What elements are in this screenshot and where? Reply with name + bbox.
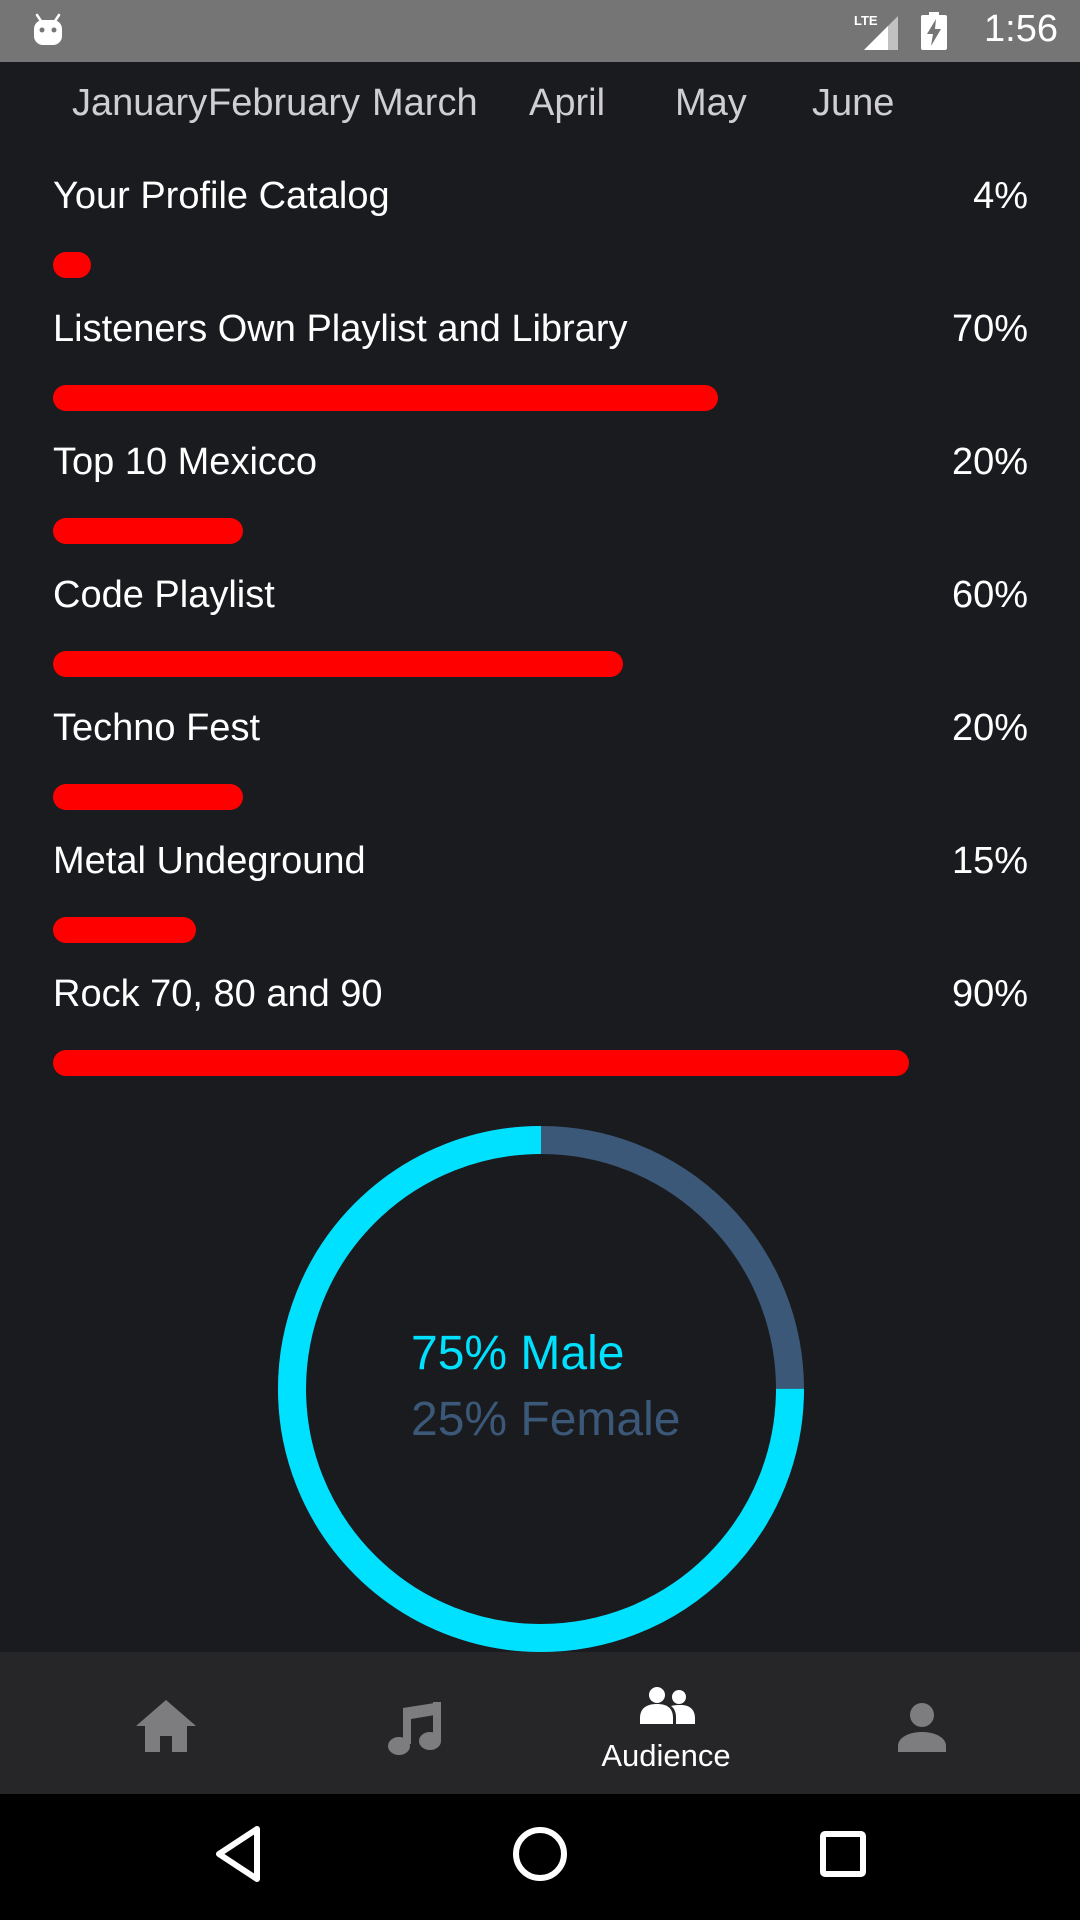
catalog-item-percent: 15% [951, 840, 1028, 882]
recents-icon[interactable] [818, 1824, 868, 1884]
home-circle-icon[interactable] [510, 1824, 570, 1884]
catalog-list: Your Profile Catalog 4% Listeners Own Pl… [53, 165, 1028, 1096]
catalog-item-percent: 20% [951, 441, 1028, 483]
profile-icon [898, 1703, 946, 1752]
male-percentage: 75% Male [411, 1327, 625, 1380]
catalog-item-percent: 4% [973, 175, 1028, 217]
catalog-item-percent: 90% [951, 973, 1028, 1015]
catalog-item-label: Listeners Own Playlist and Library [53, 308, 628, 350]
status-time: 1:56 [984, 8, 1058, 50]
nav-audience[interactable]: Audience [566, 1652, 766, 1794]
gender-donut: 75% Male 25% Female [278, 1126, 804, 1652]
lte-signal-icon: LTE [854, 13, 898, 50]
tab-april[interactable]: April [529, 82, 605, 125]
catalog-item: Top 10 Mexicco 20% [53, 431, 1028, 564]
home-icon [136, 1700, 196, 1752]
catalog-item-percent: 70% [951, 308, 1028, 350]
gender-donut-chart [278, 1126, 804, 1652]
tab-march[interactable]: March [372, 82, 478, 125]
catalog-item-label: Top 10 Mexicco [53, 441, 318, 483]
catalog-item-bar [53, 917, 196, 943]
tab-january[interactable]: January [72, 82, 207, 125]
catalog-item-label: Code Playlist [53, 574, 275, 616]
nav-profile[interactable] [822, 1652, 1022, 1794]
tab-february[interactable]: February [208, 82, 360, 125]
svg-text:LTE: LTE [854, 13, 878, 28]
tab-may[interactable]: May [675, 82, 747, 125]
catalog-item-bar [53, 252, 91, 278]
catalog-item-percent: 20% [951, 707, 1028, 749]
status-bar: LTE 1:56 [0, 0, 1080, 62]
month-tabs: January February March April May June [0, 62, 1080, 148]
catalog-item-label: Metal Undeground [53, 840, 366, 882]
catalog-item: Rock 70, 80 and 90 90% [53, 963, 1028, 1096]
android-icon [34, 13, 62, 45]
bottom-nav: Audience [0, 1652, 1080, 1794]
catalog-item-percent: 60% [951, 574, 1028, 616]
catalog-item-bar [53, 518, 243, 544]
back-icon[interactable] [213, 1824, 263, 1884]
catalog-item: Your Profile Catalog 4% [53, 165, 1028, 298]
catalog-item-label: Techno Fest [53, 707, 260, 749]
nav-audience-label: Audience [601, 1738, 731, 1773]
catalog-item-bar [53, 651, 623, 677]
audience-icon [640, 1687, 695, 1724]
catalog-item-bar [53, 385, 718, 411]
nav-home[interactable] [66, 1652, 266, 1794]
music-note-icon [388, 1702, 441, 1755]
catalog-item-label: Your Profile Catalog [53, 175, 390, 217]
catalog-item: Listeners Own Playlist and Library 70% [53, 298, 1028, 431]
female-percentage: 25% Female [411, 1393, 681, 1446]
catalog-item-label: Rock 70, 80 and 90 [53, 973, 383, 1015]
nav-music[interactable] [316, 1652, 516, 1794]
catalog-item-bar [53, 784, 243, 810]
tab-june[interactable]: June [812, 82, 894, 125]
system-nav [0, 1794, 1080, 1920]
battery-charging-icon [921, 12, 947, 50]
catalog-item: Code Playlist 60% [53, 564, 1028, 697]
catalog-item-bar [53, 1050, 909, 1076]
catalog-item: Techno Fest 20% [53, 697, 1028, 830]
catalog-item: Metal Undeground 15% [53, 830, 1028, 963]
